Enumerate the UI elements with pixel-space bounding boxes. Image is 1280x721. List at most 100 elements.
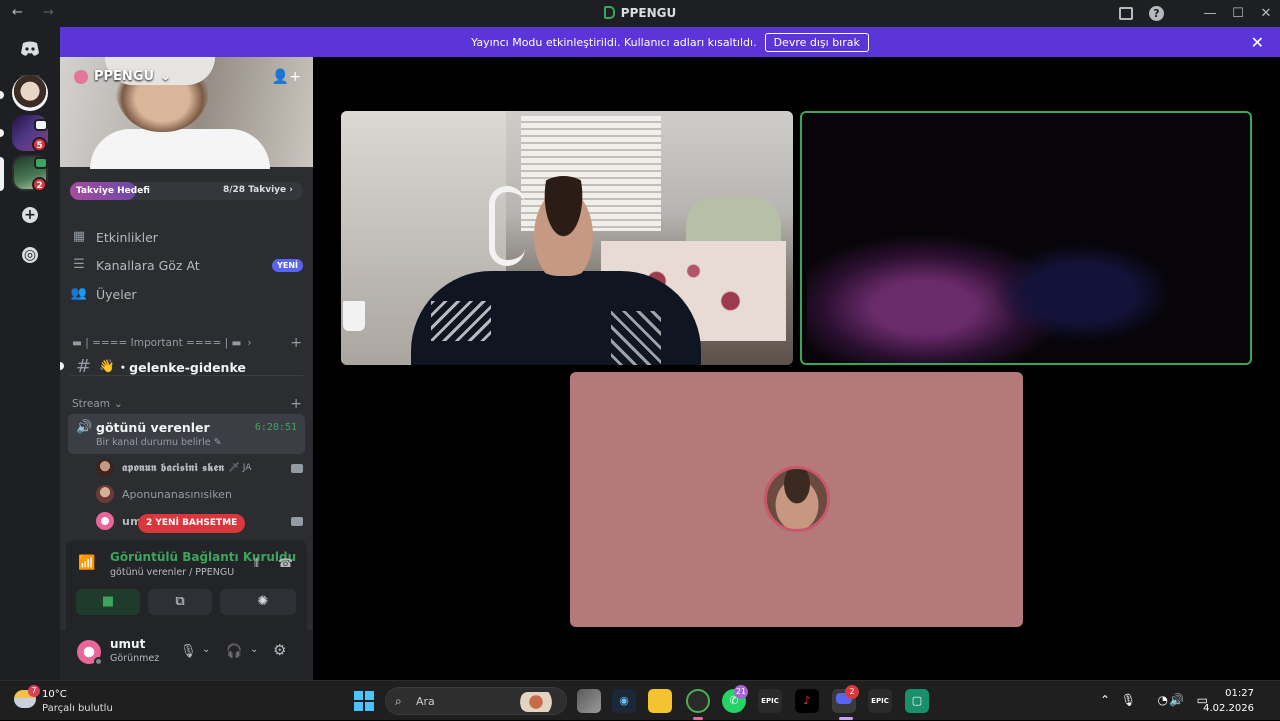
boost-goal-bar[interactable]: Takviye Hedefi 8/28 Takviye › <box>70 182 303 200</box>
camera-icon <box>291 516 303 526</box>
help-icon[interactable]: ? <box>1149 6 1164 21</box>
voice-member[interactable]: Aponunanasınısiken <box>96 482 303 506</box>
wifi-icon[interactable]: ◔ <box>1158 693 1168 707</box>
microphone-tray-icon[interactable]: 🎙 <box>1121 693 1136 707</box>
nav-browse-channels[interactable]: ☰ Kanallara Göz At YENİ <box>70 252 303 278</box>
steam-icon[interactable]: ◉ <box>612 689 636 713</box>
voice-indicator-icon <box>34 119 48 131</box>
weather-badge: 7 <box>28 685 40 697</box>
voice-channel-active[interactable]: 🔊 götünü verenler Bir kanal durumu belir… <box>68 414 305 454</box>
video-tile-2-speaking[interactable] <box>800 111 1252 365</box>
user-status: Görünmez <box>110 653 160 664</box>
disable-streamer-mode-button[interactable]: Devre dışı bırak <box>764 32 869 52</box>
explore-button[interactable]: ◎ <box>12 237 48 273</box>
video-background <box>992 243 1172 343</box>
start-button[interactable] <box>354 691 374 711</box>
new-mentions-pill[interactable]: 2 YENİ BAHSETME <box>138 514 246 533</box>
invite-people-icon[interactable]: 👤+ <box>272 69 301 85</box>
nav-events[interactable]: ▦ Etkinlikler <box>70 224 303 250</box>
channel-emoji: 👋 <box>99 358 115 373</box>
weather-desc: Parçalı bulutlu <box>42 703 113 714</box>
voice-channel-name: götünü verenler <box>96 420 210 435</box>
epic-games-icon[interactable]: EPIC <box>758 689 782 713</box>
tiktok-icon[interactable]: ♪ <box>795 689 819 713</box>
noise-suppression-icon[interactable]: ⦀ <box>254 556 259 571</box>
channel-name: ・gelenke-gidenke <box>116 359 246 375</box>
window-title-text: PPENGU <box>620 6 677 20</box>
video-background <box>343 301 365 331</box>
server-avatar-1[interactable] <box>12 75 48 111</box>
weather-widget[interactable]: 7 10°C Parçalı bulutlu <box>14 685 134 717</box>
maximize-button[interactable]: ☐ <box>1224 6 1252 21</box>
channel-gelenke-gidenke[interactable]: # 👋 ・gelenke-gidenke <box>70 354 303 378</box>
category-stream-label: Stream <box>72 398 110 410</box>
new-badge: YENİ <box>272 258 303 272</box>
server-banner[interactable]: PPENGU ⌄ 👤+ <box>60 57 313 169</box>
mention-badge: 5 <box>32 137 47 152</box>
minimize-button[interactable]: — <box>1196 6 1224 21</box>
username[interactable]: umut <box>110 637 145 651</box>
create-channel-icon[interactable]: + <box>290 396 302 412</box>
taskbar-search[interactable]: ⌕ Ara <box>385 687 567 715</box>
system-clock[interactable]: 01:27 4.02.2026 <box>1203 686 1254 716</box>
banner-image <box>90 129 270 169</box>
disconnect-icon[interactable]: ☎ <box>278 556 293 570</box>
epic-games-icon-2[interactable]: EPIC <box>868 689 892 713</box>
boost-goal-progress: 8/28 Takviye › <box>222 185 293 195</box>
video-grid <box>313 57 1280 680</box>
create-channel-icon[interactable]: + <box>290 335 302 351</box>
video-tile-1[interactable] <box>341 111 793 365</box>
add-server-button[interactable]: + <box>12 197 48 233</box>
camera-button[interactable]: ■ <box>76 589 140 615</box>
discord-home-icon[interactable] <box>12 33 48 69</box>
camera-icon <box>291 463 303 473</box>
nav-events-label: Etkinlikler <box>96 229 158 245</box>
server-list: 5 2 + ◎ <box>0 27 60 680</box>
chevron-down-icon[interactable]: ⌄ <box>250 644 258 655</box>
nav-members-label: Üyeler <box>96 286 137 302</box>
microphone-icon[interactable]: 🎙 <box>180 644 197 659</box>
search-icon: ⌕ <box>395 694 402 708</box>
search-highlight-image <box>520 692 560 712</box>
chevron-down-icon[interactable]: ⌄ <box>202 644 210 655</box>
avatar <box>96 512 114 530</box>
search-placeholder: Ara <box>416 695 435 708</box>
category-important[interactable]: ▬ | ==== Important ==== | ▬ › + <box>72 335 302 351</box>
xbox-app-icon[interactable] <box>686 689 710 713</box>
weather-temp: 10°C <box>42 689 67 700</box>
voice-connection-panel: 📶 Görüntülü Bağlantı Kuruldu götünü vere… <box>66 540 307 635</box>
task-view-icon[interactable] <box>577 689 601 713</box>
category-important-label: ▬ | ==== Important ==== | ▬ <box>72 337 242 349</box>
category-stream[interactable]: Stream ⌄ + <box>72 396 302 412</box>
avatar <box>96 459 114 477</box>
voice-member[interactable]: 𝖆𝖕𝖔𝖓𝖚𝖓 𝖇𝖆𝖈𝖎𝖘𝖎𝖓𝖎 𝖘𝖐𝖊𝖓 🗡 JA <box>96 456 303 480</box>
video-tile-3-avatar[interactable] <box>570 372 1023 627</box>
game-app-icon[interactable]: ▢ <box>905 689 929 713</box>
close-banner-icon[interactable]: ✕ <box>1251 33 1264 52</box>
speaker-icon: 🔊 <box>76 420 93 435</box>
channel-sidebar: PPENGU ⌄ 👤+ Takviye Hedefi 8/28 Takviye … <box>60 57 313 680</box>
close-window-button[interactable]: ✕ <box>1252 6 1280 21</box>
user-panel: umut Görünmez 🎙 ⌄ 🎧 ⌄ ⚙ <box>60 630 313 680</box>
headphones-icon[interactable]: 🎧 <box>226 644 242 659</box>
title-bar: ← → PPENGU ? — ☐ ✕ <box>0 0 1280 27</box>
connection-status[interactable]: Görüntülü Bağlantı Kuruldu <box>110 550 296 564</box>
channel-status-prompt[interactable]: Bir kanal durumu belirle ✎ <box>96 437 222 448</box>
browse-channels-icon: ☰ <box>73 257 85 272</box>
soundboard-icon: ✺ <box>257 594 269 609</box>
nav-members[interactable]: 👥 Üyeler <box>70 281 303 307</box>
inbox-icon[interactable] <box>1119 7 1133 20</box>
connection-location[interactable]: götünü verenler / PPENGU <box>110 567 234 578</box>
server-name-dropdown[interactable]: PPENGU ⌄ <box>74 69 171 84</box>
file-explorer-icon[interactable] <box>648 689 672 713</box>
screen-share-button[interactable]: ⧉ <box>148 589 212 615</box>
clock-date: 4.02.2026 <box>1203 703 1254 714</box>
streamer-mode-banner: Yayıncı Modu etkinleştirildi. Kullanıcı … <box>60 27 1280 57</box>
soundboard-button[interactable]: ✺ <box>230 589 296 615</box>
settings-gear-icon[interactable]: ⚙ <box>273 641 286 659</box>
user-avatar[interactable] <box>77 640 103 666</box>
chevron-down-icon: ⌄ <box>114 398 123 410</box>
volume-icon[interactable]: 🔊 <box>1169 693 1184 707</box>
chevron-up-icon[interactable]: ⌃ <box>1100 693 1110 707</box>
server-icon <box>603 6 615 19</box>
